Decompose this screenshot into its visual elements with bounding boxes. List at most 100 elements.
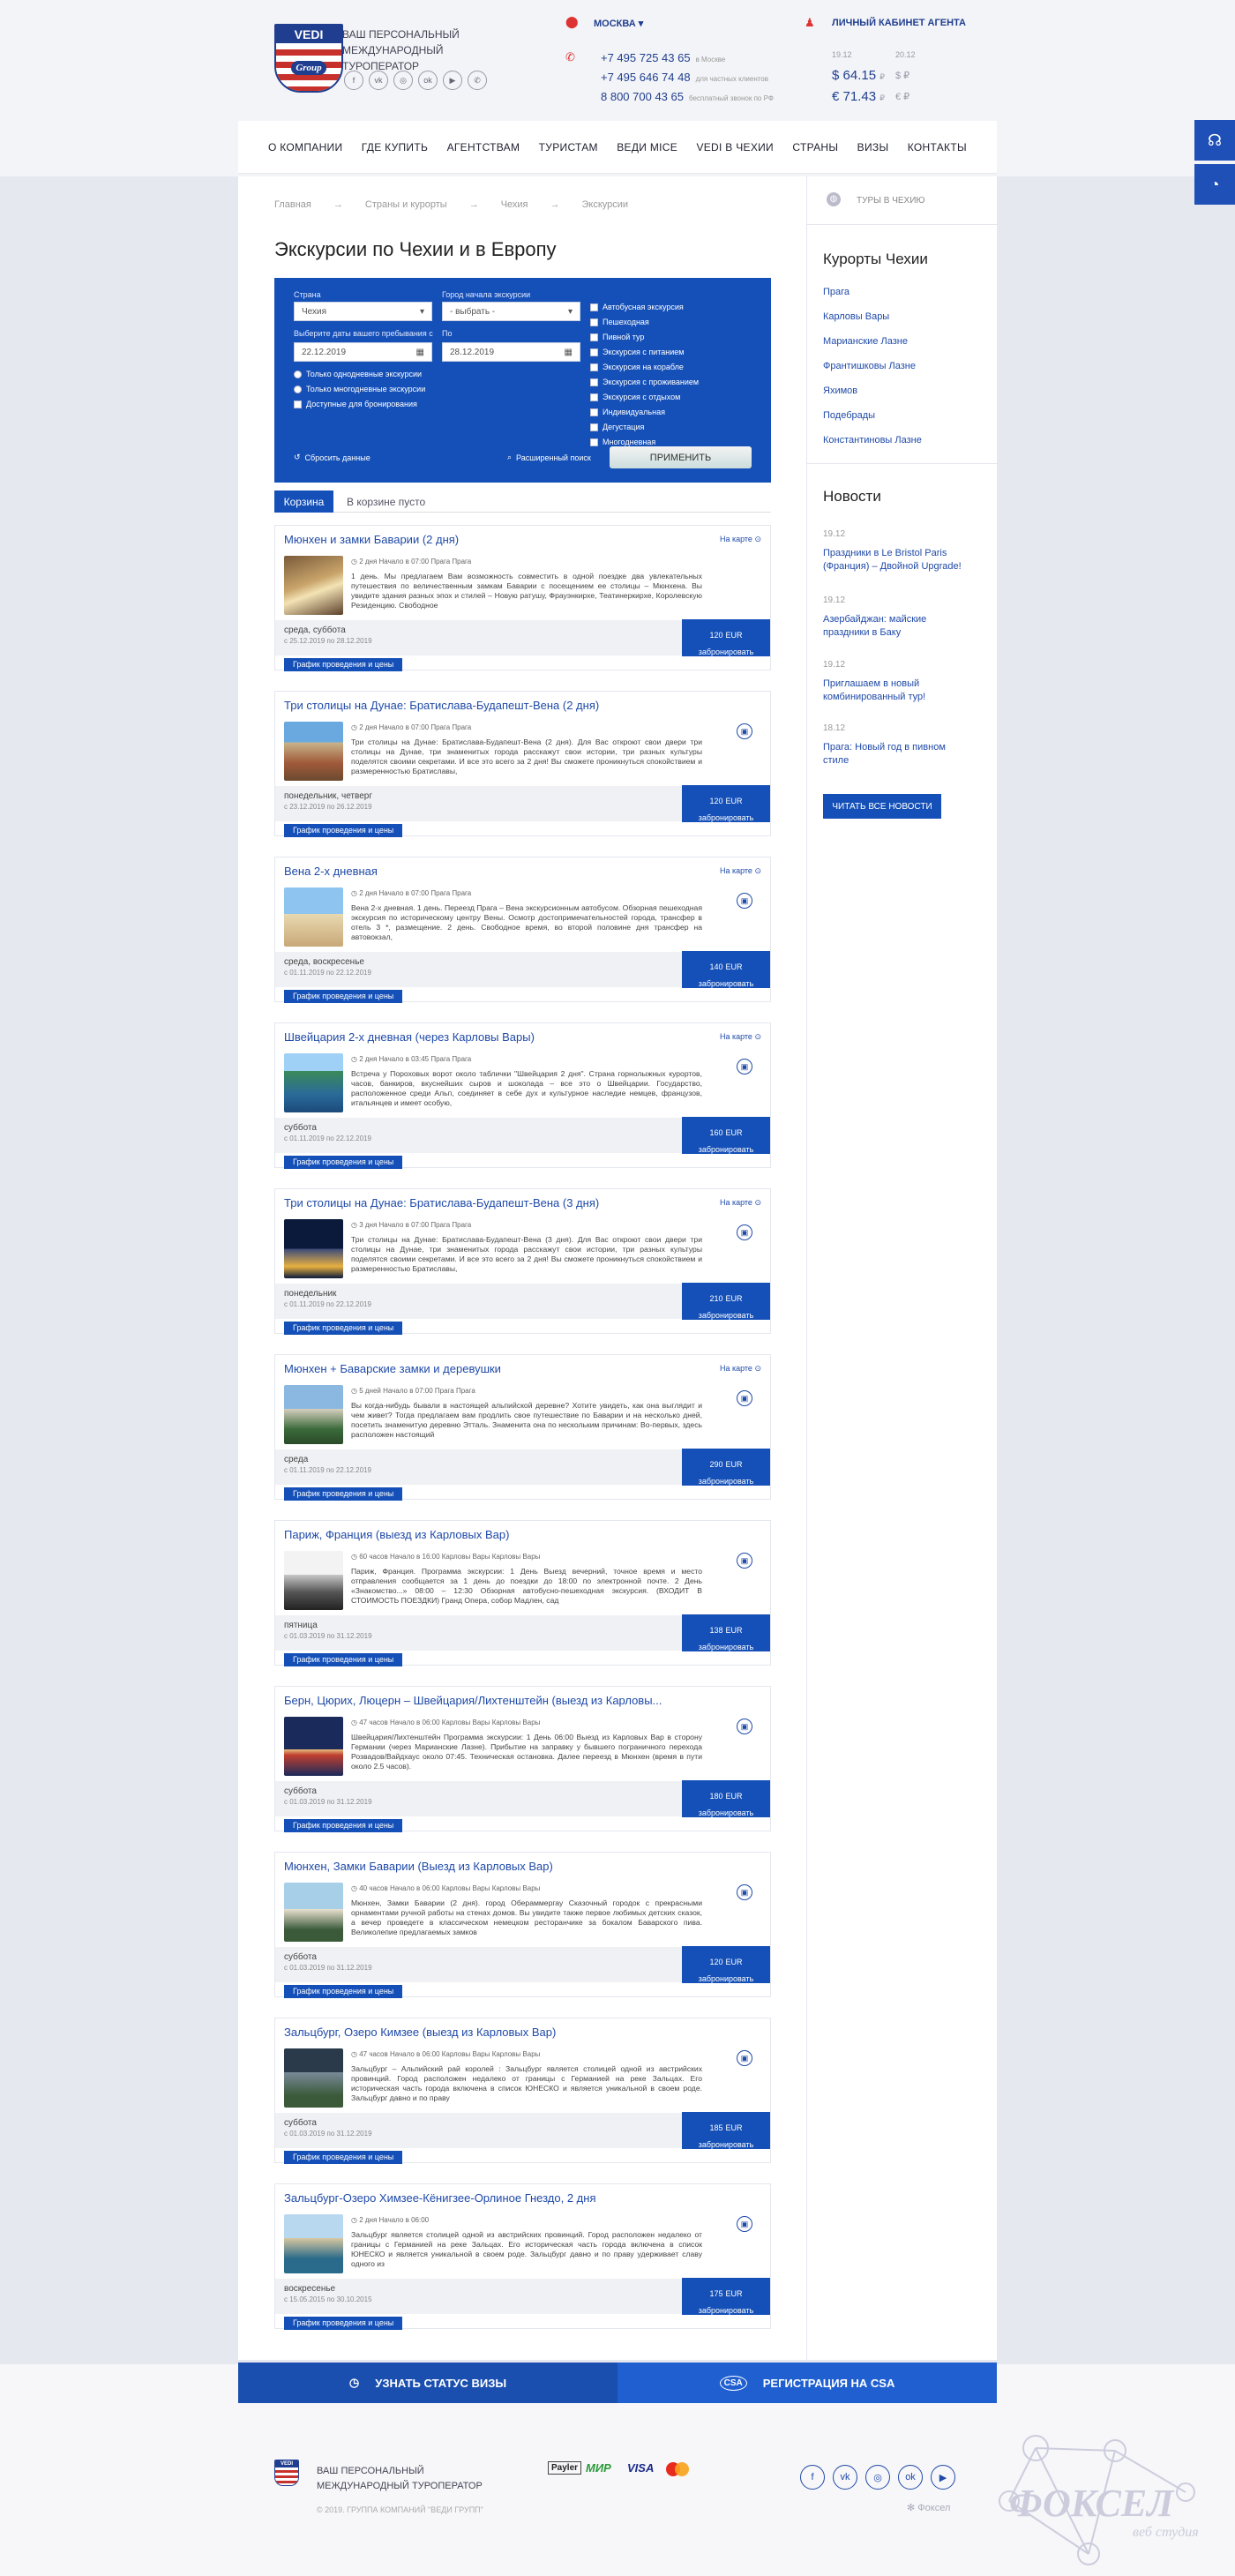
schedule-button[interactable]: График проведения и цены	[284, 1819, 403, 1832]
agent-cabinet-link[interactable]: ЛИЧНЫЙ КАБИНЕТ АГЕНТА	[832, 18, 966, 28]
book-button[interactable]: 210 EUR забронировать	[682, 1283, 770, 1320]
book-button[interactable]: 120 EUR забронировать	[682, 619, 770, 656]
schedule-button[interactable]: График проведения и цены	[284, 2317, 403, 2330]
footer-vk-icon[interactable]: vk	[833, 2465, 857, 2490]
on-map-link[interactable]: На карте ⊙	[720, 535, 761, 544]
resort-link[interactable]: Карловы Вары	[823, 311, 889, 322]
book-button[interactable]: 120 EUR забронировать	[682, 1946, 770, 1983]
city-selector[interactable]: МОСКВА ▾	[594, 18, 643, 29]
tour-title[interactable]: Берн, Цюрих, Люцерн – Швейцария/Лихтеншт…	[284, 1694, 672, 1707]
on-map-link[interactable]: На карте ⊙	[720, 1364, 761, 1374]
resort-link[interactable]: Франтишковы Лазне	[823, 361, 916, 371]
tour-photo[interactable]	[284, 887, 343, 947]
resort-link[interactable]: Прага	[823, 287, 850, 297]
tour-photo[interactable]	[284, 1883, 343, 1942]
nav-where-to-buy[interactable]: ГДЕ КУПИТЬ	[362, 141, 428, 154]
tour-photo[interactable]	[284, 1717, 343, 1776]
nav-countries[interactable]: СТРАНЫ	[792, 141, 838, 154]
tour-title[interactable]: Три столицы на Дунае: Братислава-Будапеш…	[284, 699, 672, 712]
resort-link[interactable]: Подебрады	[823, 410, 875, 421]
resort-link[interactable]: Яхимов	[823, 386, 857, 396]
type-ship[interactable]: Экскурсия на корабле	[590, 363, 684, 371]
footer-instagram-icon[interactable]: ◎	[865, 2465, 890, 2490]
nav-visas[interactable]: ВИЗЫ	[857, 141, 889, 154]
schedule-button[interactable]: График проведения и цены	[284, 990, 403, 1003]
tour-title[interactable]: Вена 2-х дневная	[284, 865, 672, 878]
schedule-button[interactable]: График проведения и цены	[284, 2151, 403, 2164]
tour-photo[interactable]	[284, 2214, 343, 2273]
foxel-small-link[interactable]: ✻ Фоксел	[907, 2502, 950, 2513]
tour-photo[interactable]	[284, 2048, 343, 2108]
type-bus[interactable]: Автобусная экскурсия	[590, 303, 684, 311]
tour-photo[interactable]	[284, 556, 343, 615]
tour-photo[interactable]	[284, 1385, 343, 1444]
nav-tourists[interactable]: ТУРИСТАМ	[539, 141, 598, 154]
tour-photo[interactable]	[284, 722, 343, 781]
news-link[interactable]: Приглашаем в новый комбинированный тур!	[823, 678, 973, 704]
tour-title[interactable]: Париж, Франция (выезд из Карловых Вар)	[284, 1528, 672, 1541]
nav-contacts[interactable]: КОНТАКТЫ	[908, 141, 967, 154]
advanced-search-link[interactable]: ⌕ Расширенный поиск	[507, 453, 591, 462]
option-bookable[interactable]: Доступные для бронирования	[294, 400, 417, 408]
tour-title[interactable]: Мюнхен, Замки Баварии (Выезд из Карловых…	[284, 1860, 672, 1873]
footer-youtube-icon[interactable]: ▶	[931, 2465, 955, 2490]
whatsapp-icon[interactable]: ✆	[468, 71, 487, 90]
phone-2[interactable]: +7 495 646 74 48 для частных клиентов	[601, 71, 768, 84]
schedule-button[interactable]: График проведения и цены	[284, 658, 403, 671]
csa-register-button[interactable]: CSA РЕГИСТРАЦИЯ НА CSA	[618, 2363, 997, 2403]
tour-title[interactable]: Три столицы на Дунае: Братислава-Будапеш…	[284, 1196, 672, 1209]
phone-3[interactable]: 8 800 700 43 65 бесплатный звонок по РФ	[601, 90, 774, 103]
visa-status-button[interactable]: ◷ УЗНАТЬ СТАТУС ВИЗЫ	[238, 2363, 618, 2403]
type-meal[interactable]: Экскурсия с питанием	[590, 348, 684, 356]
country-select[interactable]: Чехия ▾	[294, 302, 432, 321]
resort-link[interactable]: Марианские Лазне	[823, 336, 908, 347]
news-link[interactable]: Азербайджан: майские праздники в Баку	[823, 613, 973, 640]
news-link[interactable]: Прага: Новый год в пивном стиле	[823, 741, 973, 768]
tours-czech-link[interactable]: ТУРЫ В ЧЕХИЮ	[857, 196, 925, 206]
type-individual[interactable]: Индивидуальная	[590, 408, 665, 416]
rss-button[interactable]: ◔	[1194, 164, 1235, 205]
vk-icon[interactable]: vk	[369, 71, 388, 90]
book-button[interactable]: 160 EUR забронировать	[682, 1117, 770, 1154]
book-button[interactable]: 138 EUR забронировать	[682, 1614, 770, 1651]
schedule-button[interactable]: График проведения и цены	[284, 1322, 403, 1335]
vedi-logo[interactable]: VEDI Group	[274, 24, 343, 93]
date-to-input[interactable]: 28.12.2019 ▦	[442, 342, 580, 362]
cart-tab[interactable]: Корзина	[274, 490, 333, 513]
nav-vedi-czech[interactable]: VEDI В ЧЕХИИ	[696, 141, 774, 154]
tour-title[interactable]: Зальцбург-Озеро Химзее-Кёнигзее-Орлиное …	[284, 2191, 672, 2205]
option-one-day[interactable]: Только однодневные экскурсии	[294, 370, 422, 378]
type-beer[interactable]: Пивной тур	[590, 333, 644, 341]
on-map-link[interactable]: На карте ⊙	[720, 866, 761, 876]
schedule-button[interactable]: График проведения и цены	[284, 1487, 403, 1501]
type-tasting[interactable]: Дегустация	[590, 423, 644, 431]
schedule-button[interactable]: График проведения и цены	[284, 1156, 403, 1169]
book-button[interactable]: 180 EUR забронировать	[682, 1780, 770, 1817]
book-button[interactable]: 140 EUR забронировать	[682, 951, 770, 988]
all-news-button[interactable]: ЧИТАТЬ ВСЕ НОВОСТИ	[823, 794, 941, 819]
footer-logo[interactable]: VEDI	[274, 2460, 299, 2486]
news-link[interactable]: Праздники в Le Bristol Paris (Франция) –…	[823, 547, 973, 573]
city-select[interactable]: - выбрать - ▾	[442, 302, 580, 321]
tour-photo[interactable]	[284, 1219, 343, 1278]
book-button[interactable]: 120 EUR забронировать	[682, 785, 770, 822]
schedule-button[interactable]: График проведения и цены	[284, 1653, 403, 1666]
option-multi-day[interactable]: Только многодневные экскурсии	[294, 385, 425, 393]
date-from-input[interactable]: 22.12.2019 ▦	[294, 342, 432, 362]
book-button[interactable]: 185 EUR забронировать	[682, 2112, 770, 2149]
facebook-icon[interactable]: f	[344, 71, 363, 90]
type-rest[interactable]: Экскурсия с отдыхом	[590, 393, 680, 401]
tour-photo[interactable]	[284, 1053, 343, 1112]
book-button[interactable]: 175 EUR забронировать	[682, 2278, 770, 2315]
tour-photo[interactable]	[284, 1551, 343, 1610]
breadcrumb-home[interactable]: Главная	[274, 199, 311, 210]
nav-agencies[interactable]: АГЕНТСТВАМ	[447, 141, 520, 154]
type-multiday[interactable]: Многодневная	[590, 438, 655, 446]
footer-odnoklassniki-icon[interactable]: ok	[898, 2465, 923, 2490]
footer-facebook-icon[interactable]: f	[800, 2465, 825, 2490]
tour-title[interactable]: Зальцбург, Озеро Кимзее (выезд из Карлов…	[284, 2026, 672, 2039]
phone-1[interactable]: +7 495 725 43 65 в Москве	[601, 51, 725, 64]
breadcrumb-czech[interactable]: Чехия	[501, 199, 528, 210]
apply-button[interactable]: ПРИМЕНИТЬ	[610, 446, 752, 468]
schedule-button[interactable]: График проведения и цены	[284, 824, 403, 837]
